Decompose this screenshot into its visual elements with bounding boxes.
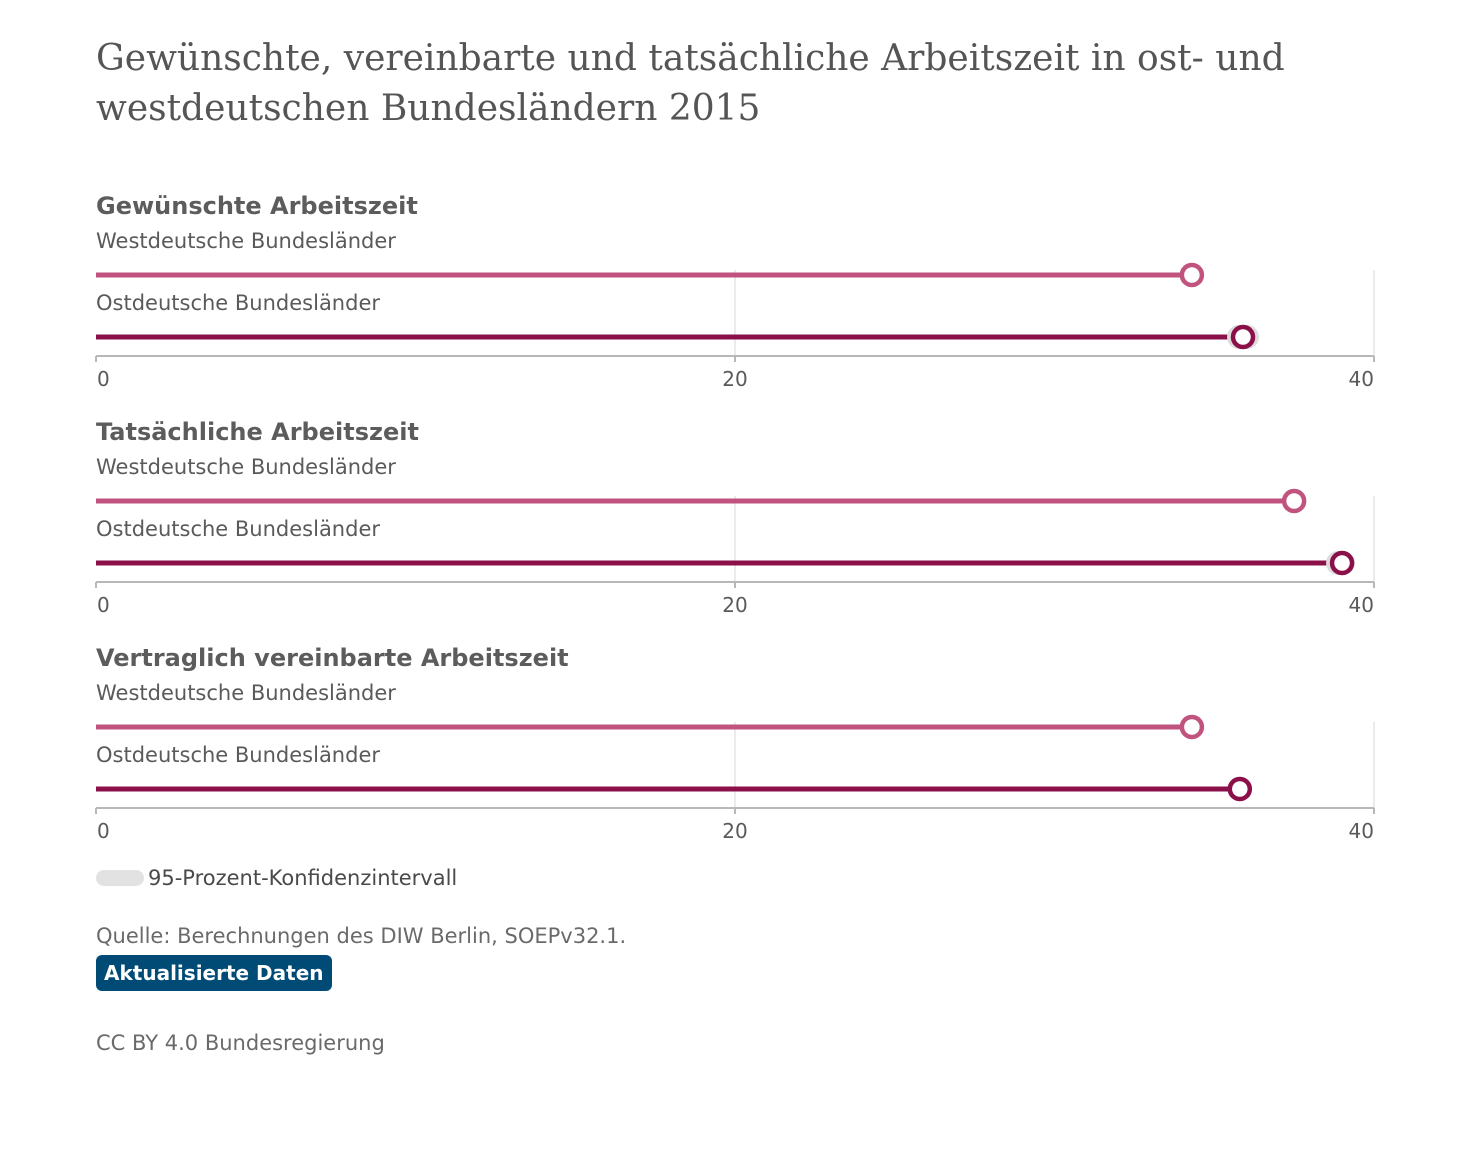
dot-chart: 0 20 40 Westdeutsche Bundesländer Ostdeutsch… xyxy=(95,229,1375,391)
x-tick-label: 0 xyxy=(97,367,110,391)
chart-title: Gewünschte, vereinbarte und tatsächliche… xyxy=(96,38,1285,129)
value-dot xyxy=(1227,776,1253,802)
x-tick-label: 0 xyxy=(97,593,110,617)
value-dot xyxy=(1179,262,1205,288)
panel-tatsaechliche-arbeitszeit: Tatsächliche Arbeitszeit 0 20 40 Westdeutsc… xyxy=(95,418,1386,633)
value-dot xyxy=(1281,488,1307,514)
panel-gewuenschte-arbeitszeit: Gewünschte Arbeitszeit 0 20 40 Westdeutsche… xyxy=(95,192,1386,407)
x-tick-label: 20 xyxy=(722,819,747,843)
x-tick-label: 20 xyxy=(722,593,747,617)
series-label-ost: Ostdeutsche Bundesländer xyxy=(96,517,380,541)
x-tick-label: 0 xyxy=(97,819,110,843)
confidence-interval-swatch xyxy=(96,870,144,886)
source-note: Quelle: Berechnungen des DIW Berlin, SOE… xyxy=(96,924,627,948)
dot-chart: 0 20 40 Westdeutsche Bundesländer Ostdeutsch… xyxy=(95,455,1375,617)
series-label-west: Westdeutsche Bundesländer xyxy=(96,229,396,253)
legend: 95-Prozent-Konfidenzintervall xyxy=(96,864,457,892)
series-label-ost: Ostdeutsche Bundesländer xyxy=(96,291,380,315)
dot-chart: 0 20 40 Westdeutsche Bundesländer Ostdeutsch… xyxy=(95,681,1375,843)
value-dot xyxy=(1329,550,1355,576)
x-tick-label: 20 xyxy=(722,367,747,391)
panel-title: Gewünschte Arbeitszeit xyxy=(96,192,418,220)
x-tick-label: 40 xyxy=(1349,819,1374,843)
x-tick-label: 40 xyxy=(1349,367,1374,391)
value-dot xyxy=(1179,714,1205,740)
updated-data-link[interactable]: Aktualisierte Daten xyxy=(96,955,332,991)
series-label-ost: Ostdeutsche Bundesländer xyxy=(96,743,380,767)
value-dot xyxy=(1230,324,1256,350)
series-label-west: Westdeutsche Bundesländer xyxy=(96,455,396,479)
panel-title: Tatsächliche Arbeitszeit xyxy=(96,418,419,446)
series-label-west: Westdeutsche Bundesländer xyxy=(96,681,396,705)
panel-title: Vertraglich vereinbarte Arbeitszeit xyxy=(96,644,569,672)
panel-vertraglich-vereinbarte-arbeitszeit: Vertraglich vereinbarte Arbeitszeit 0 20 4… xyxy=(95,644,1386,859)
legend-label: 95-Prozent-Konfidenzintervall xyxy=(148,866,458,890)
x-tick-label: 40 xyxy=(1349,593,1374,617)
license-note: CC BY 4.0 Bundesregierung xyxy=(96,1031,385,1055)
